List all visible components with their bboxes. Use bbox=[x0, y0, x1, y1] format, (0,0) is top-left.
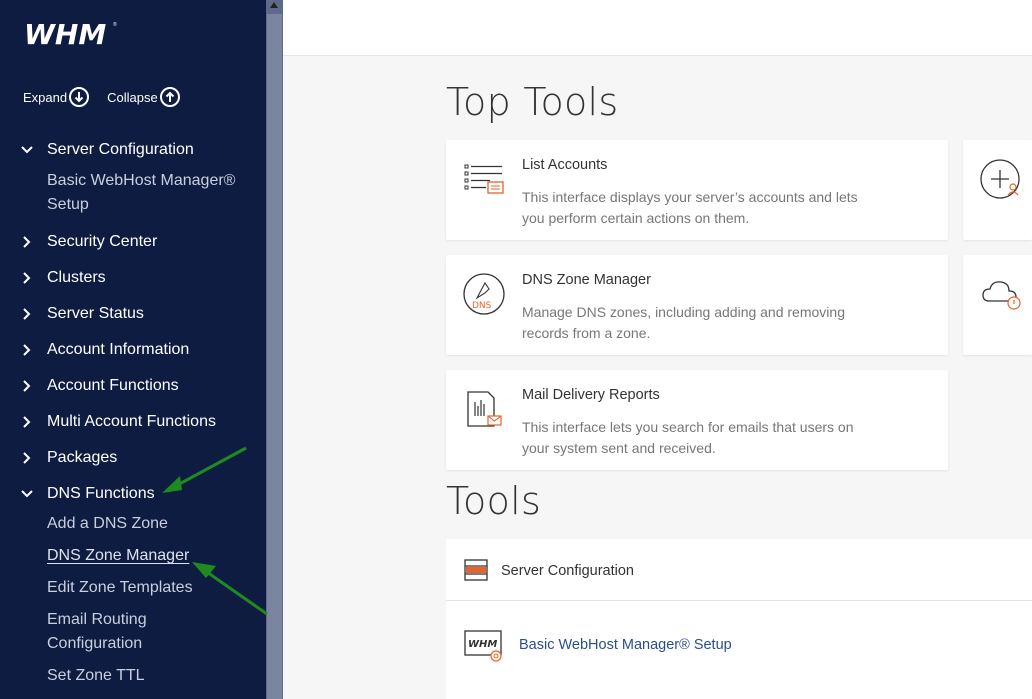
expand-collapse-controls: Expand Collapse bbox=[23, 86, 198, 108]
sidebar-subitem-add-dns-zone[interactable]: Add a DNS Zone bbox=[47, 512, 168, 536]
tool-card-dns-zone-manager[interactable]: DNS DNS Zone Manager Manage DNS zones, i… bbox=[446, 255, 948, 355]
sidebar-subitem-label: Setup bbox=[47, 196, 89, 213]
chevron-down-icon bbox=[21, 490, 33, 498]
sidebar-item-account-information[interactable]: Account Information bbox=[20, 338, 189, 362]
sidebar-subitem-edit-zone-templates[interactable]: Edit Zone Templates bbox=[47, 576, 193, 600]
expand-button[interactable]: Expand bbox=[23, 87, 90, 107]
top-header-bar bbox=[283, 0, 1032, 56]
chevron-right-icon bbox=[23, 380, 31, 392]
sidebar-subitem-label: Email Routing bbox=[47, 611, 147, 628]
create-account-icon bbox=[980, 159, 1020, 199]
top-tools-heading: Top Tools bbox=[446, 80, 619, 124]
card-title[interactable]: List Accounts bbox=[522, 157, 607, 173]
tools-group-label: Server Configuration bbox=[501, 563, 634, 579]
tools-heading: Tools bbox=[446, 479, 542, 523]
sidebar-item-server-status[interactable]: Server Status bbox=[20, 302, 144, 326]
tool-card-list-accounts[interactable]: List Accounts This interface displays yo… bbox=[446, 140, 948, 240]
sidebar-item-label: Account Functions bbox=[47, 377, 179, 394]
sidebar-subitem-label: Configuration bbox=[47, 635, 143, 652]
sidebar-item-label: Multi Account Functions bbox=[47, 413, 216, 430]
chevron-right-icon bbox=[23, 452, 31, 464]
chevron-right-icon bbox=[23, 308, 31, 320]
sidebar-item-packages[interactable]: Packages bbox=[20, 446, 117, 470]
tool-link-label[interactable]: Basic WebHost Manager® Setup bbox=[519, 637, 732, 653]
card-description: This interface lets you search for email… bbox=[522, 419, 854, 456]
sidebar-subitem-basic-whm-setup[interactable]: Basic WebHost Manager® Setup bbox=[47, 169, 235, 217]
sidebar-item-label: Account Information bbox=[47, 341, 190, 358]
cloud-icon bbox=[982, 281, 1021, 310]
sidebar-item-multi-account-functions[interactable]: Multi Account Functions bbox=[20, 410, 216, 434]
sidebar-subitem-dns-zone-manager[interactable]: DNS Zone Manager bbox=[47, 544, 189, 568]
sidebar-item-clusters[interactable]: Clusters bbox=[20, 266, 106, 290]
svg-text:WHM: WHM bbox=[24, 18, 106, 48]
list-accounts-icon bbox=[464, 164, 504, 194]
sidebar-subitem-label: Basic WebHost Manager® bbox=[47, 172, 236, 189]
sidebar-item-security-center[interactable]: Security Center bbox=[20, 230, 157, 254]
sidebar-item-label: DNS Functions bbox=[47, 485, 155, 502]
tools-group-server-configuration[interactable]: Server Configuration bbox=[446, 539, 1032, 601]
chevron-right-icon bbox=[23, 344, 31, 356]
collapse-button[interactable]: Collapse bbox=[107, 87, 180, 107]
card-title[interactable]: Mail Delivery Reports bbox=[522, 387, 660, 403]
mail-delivery-reports-icon bbox=[467, 391, 502, 427]
sidebar-item-label: Server Status bbox=[47, 305, 144, 322]
tools-panel: Server Configuration WHM Basic WebHost M… bbox=[446, 539, 1032, 699]
scroll-up-arrow-icon[interactable] bbox=[270, 2, 278, 8]
sidebar-item-server-configuration[interactable]: Server Configuration bbox=[20, 138, 194, 162]
arrow-up-circle-icon bbox=[159, 87, 180, 107]
sidebar-subitem-set-zone-ttl[interactable]: Set Zone TTL bbox=[47, 664, 145, 688]
sidebar-item-label: Clusters bbox=[47, 269, 106, 286]
svg-text:WHM: WHM bbox=[468, 639, 497, 650]
tool-card-create-account-partial[interactable] bbox=[963, 140, 1032, 240]
chevron-right-icon bbox=[23, 236, 31, 248]
chevron-right-icon bbox=[23, 272, 31, 284]
chevron-down-icon bbox=[21, 146, 33, 154]
sidebar-item-dns-functions[interactable]: DNS Functions bbox=[20, 482, 155, 506]
whm-logo[interactable]: WHM ® bbox=[23, 18, 119, 48]
sidebar-item-label: Security Center bbox=[47, 233, 158, 250]
card-title[interactable]: DNS Zone Manager bbox=[522, 272, 651, 288]
tool-card-mail-delivery-reports[interactable]: Mail Delivery Reports This interface let… bbox=[446, 370, 948, 470]
collapse-label: Collapse bbox=[107, 89, 158, 105]
dns-zone-manager-icon: DNS bbox=[463, 273, 505, 315]
sidebar-subitem-email-routing-configuration[interactable]: Email Routing Configuration bbox=[47, 608, 147, 656]
svg-text:®: ® bbox=[113, 21, 117, 28]
whm-setup-icon: WHM bbox=[464, 630, 502, 662]
sidebar-item-label: Server Configuration bbox=[47, 141, 194, 158]
card-description: This interface displays your server’s ac… bbox=[522, 189, 858, 226]
arrow-down-circle-icon bbox=[69, 87, 90, 107]
sidebar-item-label: Packages bbox=[47, 449, 118, 466]
chevron-right-icon bbox=[23, 416, 31, 428]
annotation-arrow-dns-functions bbox=[162, 446, 247, 493]
card-description: Manage DNS zones, including adding and r… bbox=[522, 304, 845, 341]
tool-card-cloud-partial[interactable] bbox=[963, 255, 1032, 355]
sidebar-item-account-functions[interactable]: Account Functions bbox=[20, 374, 179, 398]
expand-label: Expand bbox=[23, 89, 68, 105]
svg-text:DNS: DNS bbox=[472, 301, 492, 311]
server-configuration-icon bbox=[464, 559, 488, 581]
annotation-arrow-dns-zone-manager bbox=[192, 562, 268, 616]
